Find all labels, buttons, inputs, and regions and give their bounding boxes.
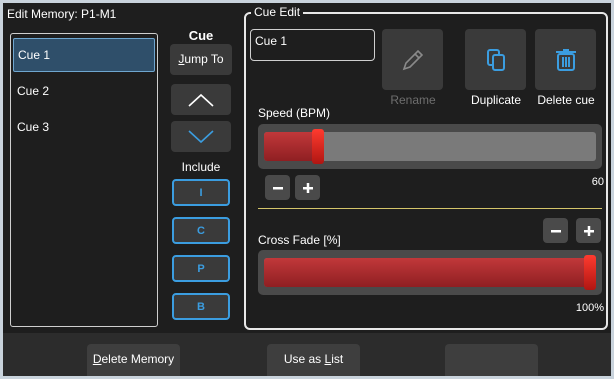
- speed-label: Speed (BPM): [258, 106, 331, 120]
- use-as-list-label-rest: ist: [331, 352, 344, 366]
- cue-item-label: Cue 1: [18, 48, 51, 62]
- duplicate-icon: [486, 48, 505, 71]
- use-as-list-label-prefix: Use as: [283, 352, 325, 366]
- include-b-button[interactable]: B: [172, 293, 230, 320]
- include-b-label: B: [197, 300, 205, 313]
- cross-fade-slider-thumb[interactable]: [584, 255, 596, 290]
- move-down-button[interactable]: [171, 121, 231, 152]
- jump-to-label: ump To: [184, 52, 224, 66]
- include-i-label: I: [199, 186, 203, 199]
- minus-icon: [550, 229, 561, 232]
- trash-icon: [555, 48, 576, 71]
- include-c-button[interactable]: C: [172, 217, 230, 244]
- rename-label: Rename: [390, 93, 436, 107]
- delete-cue-label: Delete cue: [537, 93, 595, 107]
- cue-item-label: Cue 3: [17, 120, 50, 134]
- delete-cue-button[interactable]: [535, 29, 596, 90]
- cue-column-title: Cue: [188, 28, 214, 43]
- speed-value: 60: [591, 176, 604, 188]
- chevron-up-icon: [188, 93, 214, 107]
- cross-fade-increase-button[interactable]: [576, 218, 601, 243]
- include-c-label: C: [197, 224, 205, 237]
- speed-decrease-button[interactable]: [265, 175, 290, 200]
- delete-memory-label: elete Memory: [101, 352, 175, 366]
- cue-list-item-3[interactable]: Cue 3: [13, 110, 155, 144]
- rename-button[interactable]: [382, 29, 443, 90]
- empty-bottom-button[interactable]: [445, 344, 538, 376]
- cross-fade-slider[interactable]: [264, 258, 596, 287]
- chevron-down-icon: [188, 129, 214, 143]
- plus-icon: [583, 225, 594, 236]
- section-divider: [258, 208, 602, 209]
- speed-increase-button[interactable]: [295, 175, 320, 200]
- cue-edit-title: Cue Edit: [251, 5, 304, 19]
- cross-fade-slider-fill: [264, 258, 590, 287]
- cue-name-input[interactable]: Cue 1: [250, 29, 375, 61]
- speed-slider-thumb[interactable]: [312, 129, 324, 164]
- cue-list-item-1[interactable]: Cue 1: [13, 38, 155, 72]
- cross-fade-value: 100%: [575, 302, 604, 314]
- memory-title: Edit Memory: P1-M1: [7, 7, 117, 21]
- plus-icon: [302, 182, 313, 193]
- speed-slider-fill: [264, 132, 318, 161]
- include-label: Include: [181, 160, 221, 174]
- duplicate-button[interactable]: [465, 29, 526, 90]
- minus-icon: [272, 186, 283, 189]
- duplicate-label: Duplicate: [470, 93, 522, 107]
- delete-memory-button[interactable]: Delete Memory: [87, 344, 180, 376]
- cross-fade-label: Cross Fade [%]: [258, 233, 341, 247]
- include-p-label: P: [197, 262, 205, 275]
- jump-to-button[interactable]: Jump To: [170, 44, 232, 75]
- cue-list[interactable]: Cue 1 Cue 2 Cue 3: [10, 33, 158, 327]
- use-as-list-button[interactable]: Use as List: [267, 344, 360, 376]
- pencil-icon: [402, 49, 423, 70]
- include-i-button[interactable]: I: [172, 179, 230, 206]
- cue-list-item-2[interactable]: Cue 2: [13, 74, 155, 108]
- move-up-button[interactable]: [171, 84, 231, 115]
- cue-item-label: Cue 2: [17, 84, 50, 98]
- include-p-button[interactable]: P: [172, 255, 230, 282]
- cross-fade-decrease-button[interactable]: [543, 218, 568, 243]
